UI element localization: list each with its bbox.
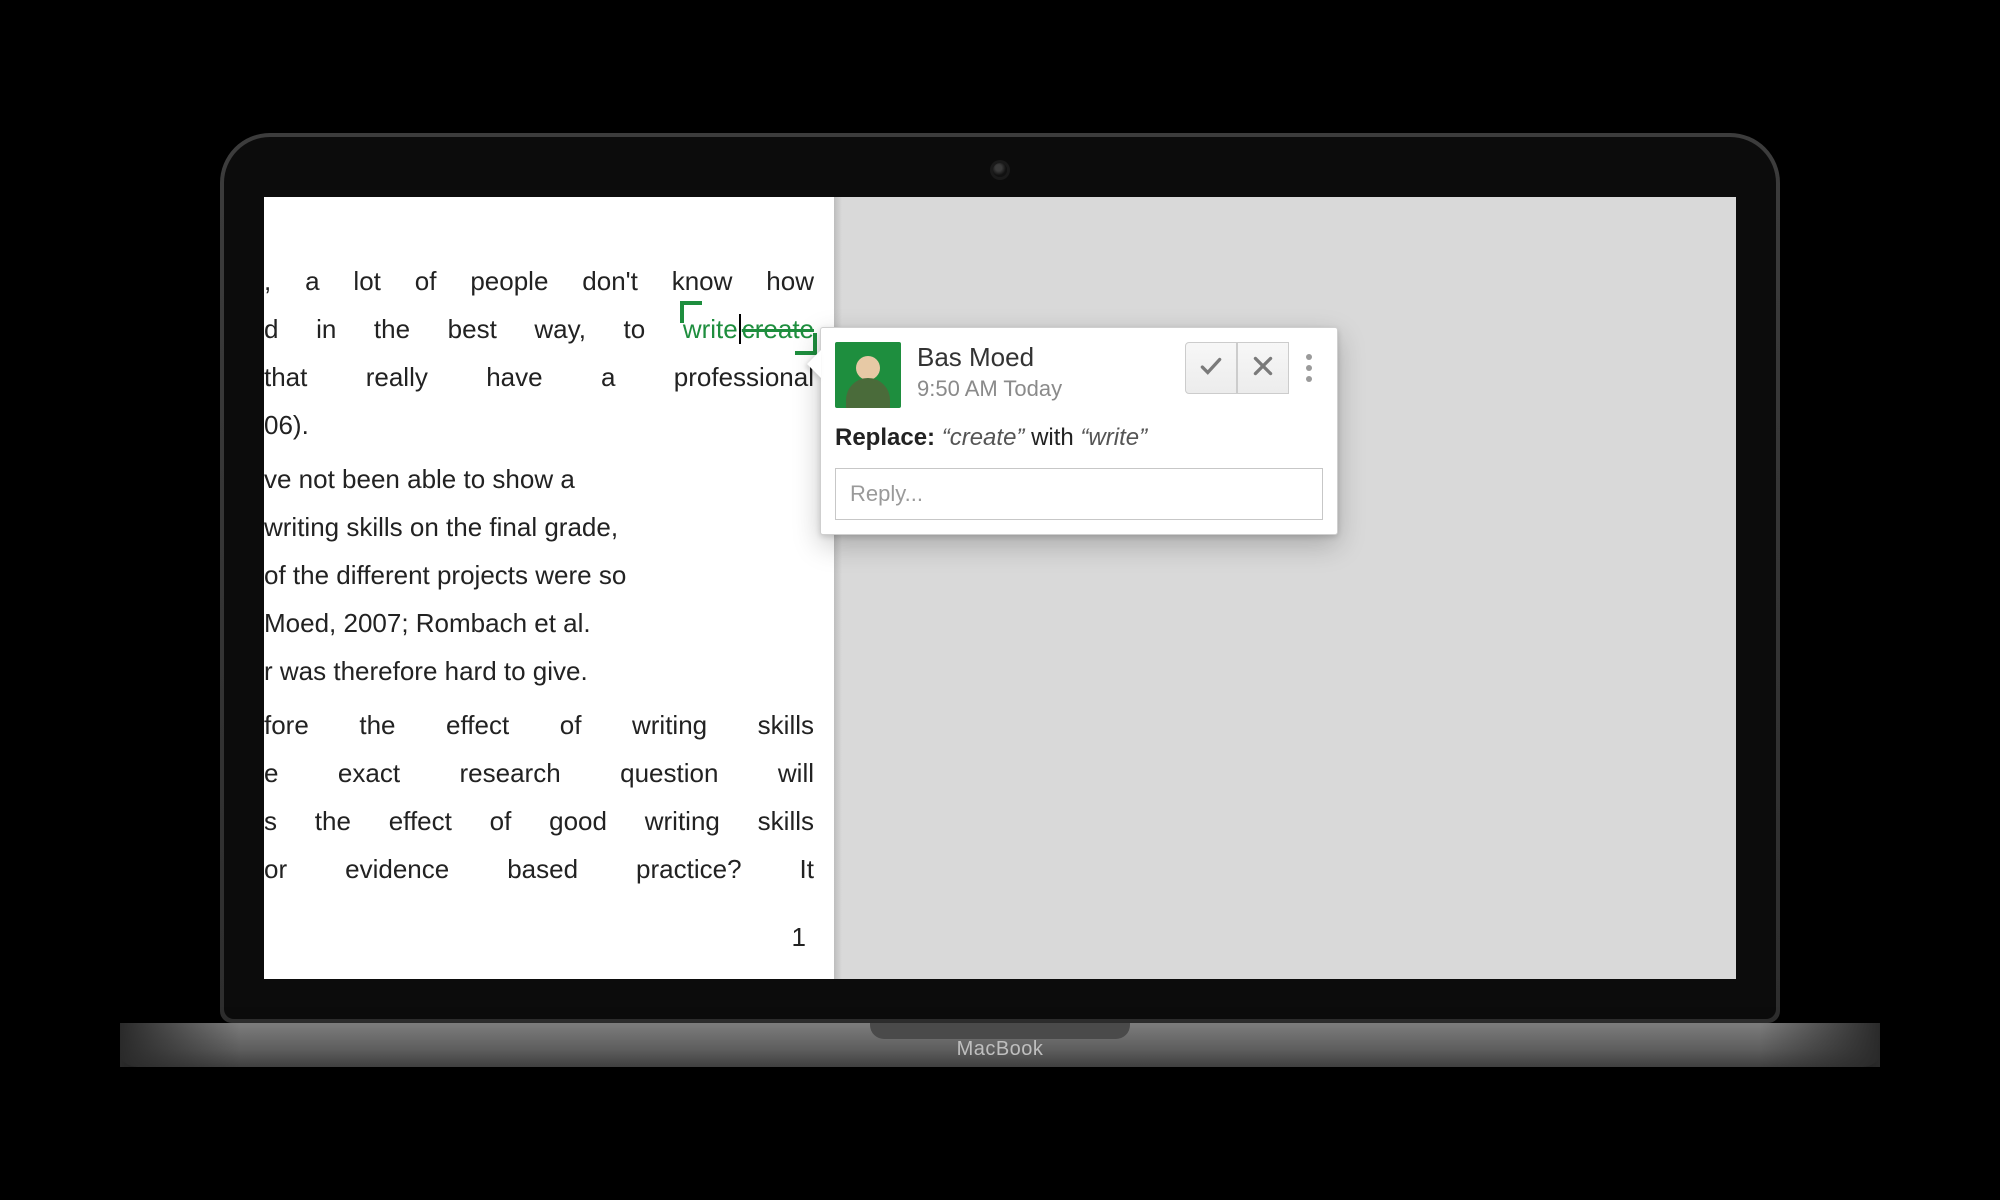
- author-block: Bas Moed 9:50 AM Today: [917, 342, 1185, 402]
- text-line: ve not been able to show a: [264, 464, 575, 494]
- text-line: of the different projects were so: [264, 560, 626, 590]
- reply-input[interactable]: [835, 468, 1323, 520]
- text-line: that really have a professional: [264, 362, 814, 392]
- comments-pane: [842, 197, 1736, 979]
- text-caret: [739, 314, 741, 344]
- document-pane[interactable]: , a lot of people don't know how d in th…: [264, 197, 834, 979]
- close-icon: [1250, 353, 1276, 384]
- screen: , a lot of people don't know how d in th…: [264, 197, 1736, 979]
- author-name: Bas Moed: [917, 342, 1185, 372]
- timestamp: 9:50 AM Today: [917, 376, 1185, 402]
- text-line: , a lot of people don't know how: [264, 266, 814, 296]
- action-label: Replace:: [835, 424, 935, 451]
- text-line: r was therefore hard to give.: [264, 656, 588, 686]
- text-line: s the effect of good writing skills: [264, 806, 814, 836]
- text-line: e exact research question will: [264, 758, 814, 788]
- to-token: “write”: [1080, 424, 1147, 451]
- suggestion-inline[interactable]: writecreate: [683, 305, 814, 353]
- document-text: , a lot of people don't know how d in th…: [264, 257, 814, 899]
- card-header: Bas Moed 9:50 AM Today: [835, 342, 1323, 408]
- suggestion-old-word: create: [742, 314, 814, 344]
- reject-suggestion-button[interactable]: [1237, 342, 1289, 394]
- text-line: Moed, 2007; Rombach et al.: [264, 608, 591, 638]
- pane-divider: [834, 197, 842, 979]
- connector-text: with: [1024, 424, 1080, 451]
- laptop-mockup: , a lot of people don't know how d in th…: [120, 133, 1880, 1067]
- from-token: “create”: [942, 424, 1025, 451]
- brand-label: MacBook: [120, 1038, 1880, 1061]
- suggestion-card[interactable]: Bas Moed 9:50 AM Today: [820, 327, 1338, 535]
- page-number: 1: [792, 922, 806, 953]
- suggestion-description: Replace: “create” with “write”: [835, 424, 1323, 452]
- laptop-base: MacBook: [120, 1023, 1880, 1067]
- suggestion-new-word: write: [683, 314, 738, 344]
- card-actions: [1185, 342, 1323, 394]
- laptop-notch: [870, 1023, 1130, 1039]
- text-line: writing skills on the final grade,: [264, 512, 618, 542]
- more-options-button[interactable]: [1295, 354, 1323, 382]
- accept-suggestion-button[interactable]: [1185, 342, 1237, 394]
- check-icon: [1198, 353, 1224, 384]
- text-line: fore the effect of writing skills: [264, 710, 814, 740]
- camera-icon: [993, 163, 1007, 177]
- text-line: or evidence based practice? It: [264, 854, 814, 884]
- card-pointer-icon: [807, 350, 821, 378]
- laptop-lid: , a lot of people don't know how d in th…: [220, 133, 1780, 1023]
- laptop-bezel: , a lot of people don't know how d in th…: [224, 137, 1776, 1019]
- text-line: 06).: [264, 410, 309, 440]
- avatar: [835, 342, 901, 408]
- text-line: d in the best way, to: [264, 314, 683, 344]
